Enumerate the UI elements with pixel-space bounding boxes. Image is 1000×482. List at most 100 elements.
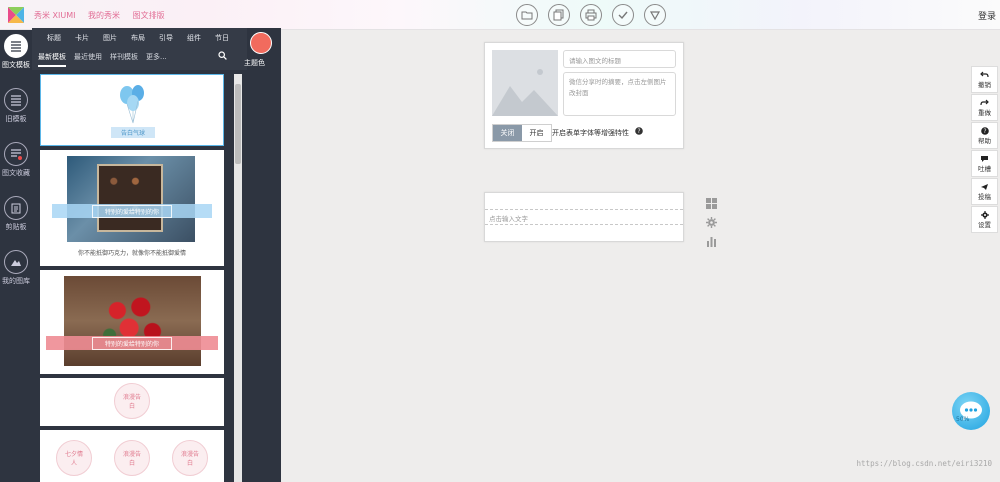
cover-image[interactable] bbox=[492, 50, 558, 116]
nav-templates[interactable]: 图文模板 bbox=[0, 34, 32, 70]
toolbar-label: 帮助 bbox=[978, 136, 991, 145]
card-banner: 特别的爱给特别的你 bbox=[46, 336, 218, 350]
card-badge: 浪漫告白 bbox=[172, 440, 208, 476]
list-icon bbox=[11, 41, 21, 52]
copy-icon bbox=[553, 9, 564, 21]
card-badge: 七夕情人 bbox=[56, 440, 92, 476]
xiumi-logo-icon[interactable] bbox=[6, 5, 26, 25]
gear-icon bbox=[980, 210, 989, 219]
help-button[interactable]: ? 帮助 bbox=[971, 122, 998, 149]
nav-favorites[interactable]: 图文收藏 bbox=[0, 142, 32, 178]
category-row: 标题 卡片 图片 布局 引导 组件 节日 bbox=[40, 33, 236, 43]
redo-icon bbox=[980, 99, 989, 105]
bookmark-list-icon bbox=[11, 149, 22, 160]
subtab-recent[interactable]: 最近使用 bbox=[74, 52, 102, 67]
open-folder-button[interactable] bbox=[516, 4, 538, 26]
chocolate-photo bbox=[67, 156, 195, 242]
redo-button[interactable]: 重做 bbox=[971, 94, 998, 121]
settings-button[interactable]: 设置 bbox=[971, 206, 998, 233]
toggle-off[interactable]: 关闭 bbox=[493, 125, 522, 141]
title-input[interactable]: 请输入图文的标题 bbox=[563, 50, 676, 68]
template-card[interactable]: 特别的爱给特别的你 bbox=[40, 270, 224, 374]
login-link[interactable]: 登录 bbox=[978, 9, 996, 22]
category-tab[interactable]: 卡片 bbox=[68, 33, 96, 43]
category-tab[interactable]: 引导 bbox=[152, 33, 180, 43]
gear-icon[interactable] bbox=[706, 217, 717, 228]
template-panel: 标题 卡片 图片 布局 引导 组件 节日 最新模板 最近使用 样刊模板 更多..… bbox=[32, 28, 281, 482]
card-badge: 浪漫告白 bbox=[114, 440, 150, 476]
print-button[interactable] bbox=[580, 4, 602, 26]
category-tab[interactable]: 节日 bbox=[208, 33, 236, 43]
search-icon[interactable] bbox=[218, 51, 227, 60]
card-banner-text: 特别的爱给特别的你 bbox=[91, 336, 172, 350]
category-tab[interactable]: 布局 bbox=[124, 33, 152, 43]
template-card[interactable]: 浪漫告白 bbox=[40, 378, 224, 426]
toggle-on[interactable]: 开启 bbox=[522, 125, 551, 141]
nav-clipboard[interactable]: 剪贴板 bbox=[0, 196, 32, 232]
image-placeholder-icon bbox=[492, 69, 558, 116]
svg-text:?: ? bbox=[983, 128, 986, 135]
scrollbar-thumb[interactable] bbox=[235, 84, 241, 164]
panel-tabs: 标题 卡片 图片 布局 引导 组件 节日 最新模板 最近使用 样刊模板 更多..… bbox=[32, 28, 247, 70]
undo-icon bbox=[980, 71, 989, 77]
subtab-row: 最新模板 最近使用 样刊模板 更多... bbox=[38, 52, 167, 67]
theme-color-button[interactable] bbox=[250, 32, 272, 54]
submit-button[interactable]: 投稿 bbox=[971, 178, 998, 205]
text-placeholder: 点击输入文字 bbox=[489, 215, 528, 223]
text-block-card: 点击输入文字 bbox=[484, 192, 684, 242]
block-tools bbox=[706, 198, 717, 247]
category-tab[interactable]: 组件 bbox=[180, 33, 208, 43]
confirm-button[interactable] bbox=[612, 4, 634, 26]
text-area[interactable]: 点击输入文字 bbox=[485, 209, 683, 225]
toolbar-label: 投稿 bbox=[978, 192, 991, 201]
help-circle-icon[interactable]: ? bbox=[635, 127, 643, 135]
chat-badge: 50% bbox=[956, 416, 970, 423]
nav-gallery[interactable]: 我的图库 bbox=[0, 250, 32, 286]
check-icon bbox=[618, 11, 628, 20]
comment-icon bbox=[981, 155, 988, 162]
brand-links: 秀米 XIUMI 我的秀米 图文排版 bbox=[34, 10, 175, 21]
preview-button[interactable] bbox=[644, 4, 666, 26]
undo-button[interactable]: 撤销 bbox=[971, 66, 998, 93]
feedback-button[interactable]: 吐槽 bbox=[971, 150, 998, 177]
template-card[interactable]: 七夕情人 浪漫告白 浪漫告白 bbox=[40, 430, 224, 482]
panel-scrollbar[interactable] bbox=[234, 74, 242, 482]
subtab-more[interactable]: 更多... bbox=[146, 52, 167, 67]
roses-photo bbox=[64, 276, 201, 366]
toolbar-label: 吐槽 bbox=[978, 164, 991, 173]
nav-label: 剪贴板 bbox=[5, 223, 27, 231]
grid-icon[interactable] bbox=[706, 198, 717, 209]
chat-assistant-button[interactable]: 50% bbox=[952, 392, 990, 430]
template-card[interactable]: 特别的爱给特别的你 你不能抵御巧克力，就像你不能抵御爱情 bbox=[40, 150, 224, 266]
nav-label: 图文模板 bbox=[2, 61, 30, 69]
toolbar-label: 设置 bbox=[978, 220, 991, 229]
toolbar-label: 重做 bbox=[978, 108, 991, 117]
nav-label: 我的图库 bbox=[2, 277, 30, 285]
mountain-image-icon bbox=[11, 260, 21, 266]
brand-home-link[interactable]: 秀米 XIUMI bbox=[34, 11, 76, 20]
send-icon bbox=[981, 183, 988, 190]
layout-link[interactable]: 图文排版 bbox=[133, 11, 165, 20]
nav-label: 图文收藏 bbox=[2, 169, 30, 177]
enhance-label: 开启表单字体等增强特性 bbox=[552, 129, 629, 137]
folder-icon bbox=[521, 11, 533, 20]
summary-input[interactable]: 微信分享时的摘要，点击左侧图片改封面 bbox=[563, 72, 676, 116]
my-xiumi-link[interactable]: 我的秀米 bbox=[88, 11, 120, 20]
subtab-latest[interactable]: 最新模板 bbox=[38, 52, 66, 67]
theme-color-label: 主题色 bbox=[244, 59, 265, 67]
print-icon bbox=[585, 9, 597, 21]
template-card[interactable]: 告白气球 bbox=[40, 74, 224, 146]
top-actions bbox=[516, 4, 666, 26]
nav-old-templates[interactable]: 旧模板 bbox=[0, 88, 32, 124]
nav-label: 旧模板 bbox=[5, 115, 27, 123]
clipboard-icon bbox=[11, 203, 21, 214]
bar-chart-icon[interactable] bbox=[706, 236, 717, 247]
enhance-toggle[interactable]: 关闭 开启 bbox=[492, 124, 552, 142]
category-tab[interactable]: 标题 bbox=[40, 33, 68, 43]
subtab-magazine[interactable]: 样刊模板 bbox=[110, 52, 138, 67]
category-tab[interactable]: 图片 bbox=[96, 33, 124, 43]
svg-text:?: ? bbox=[637, 128, 640, 135]
copy-button[interactable] bbox=[548, 4, 570, 26]
balloon-icon bbox=[120, 85, 144, 124]
top-bar: 秀米 XIUMI 我的秀米 图文排版 登录 bbox=[0, 0, 1000, 30]
